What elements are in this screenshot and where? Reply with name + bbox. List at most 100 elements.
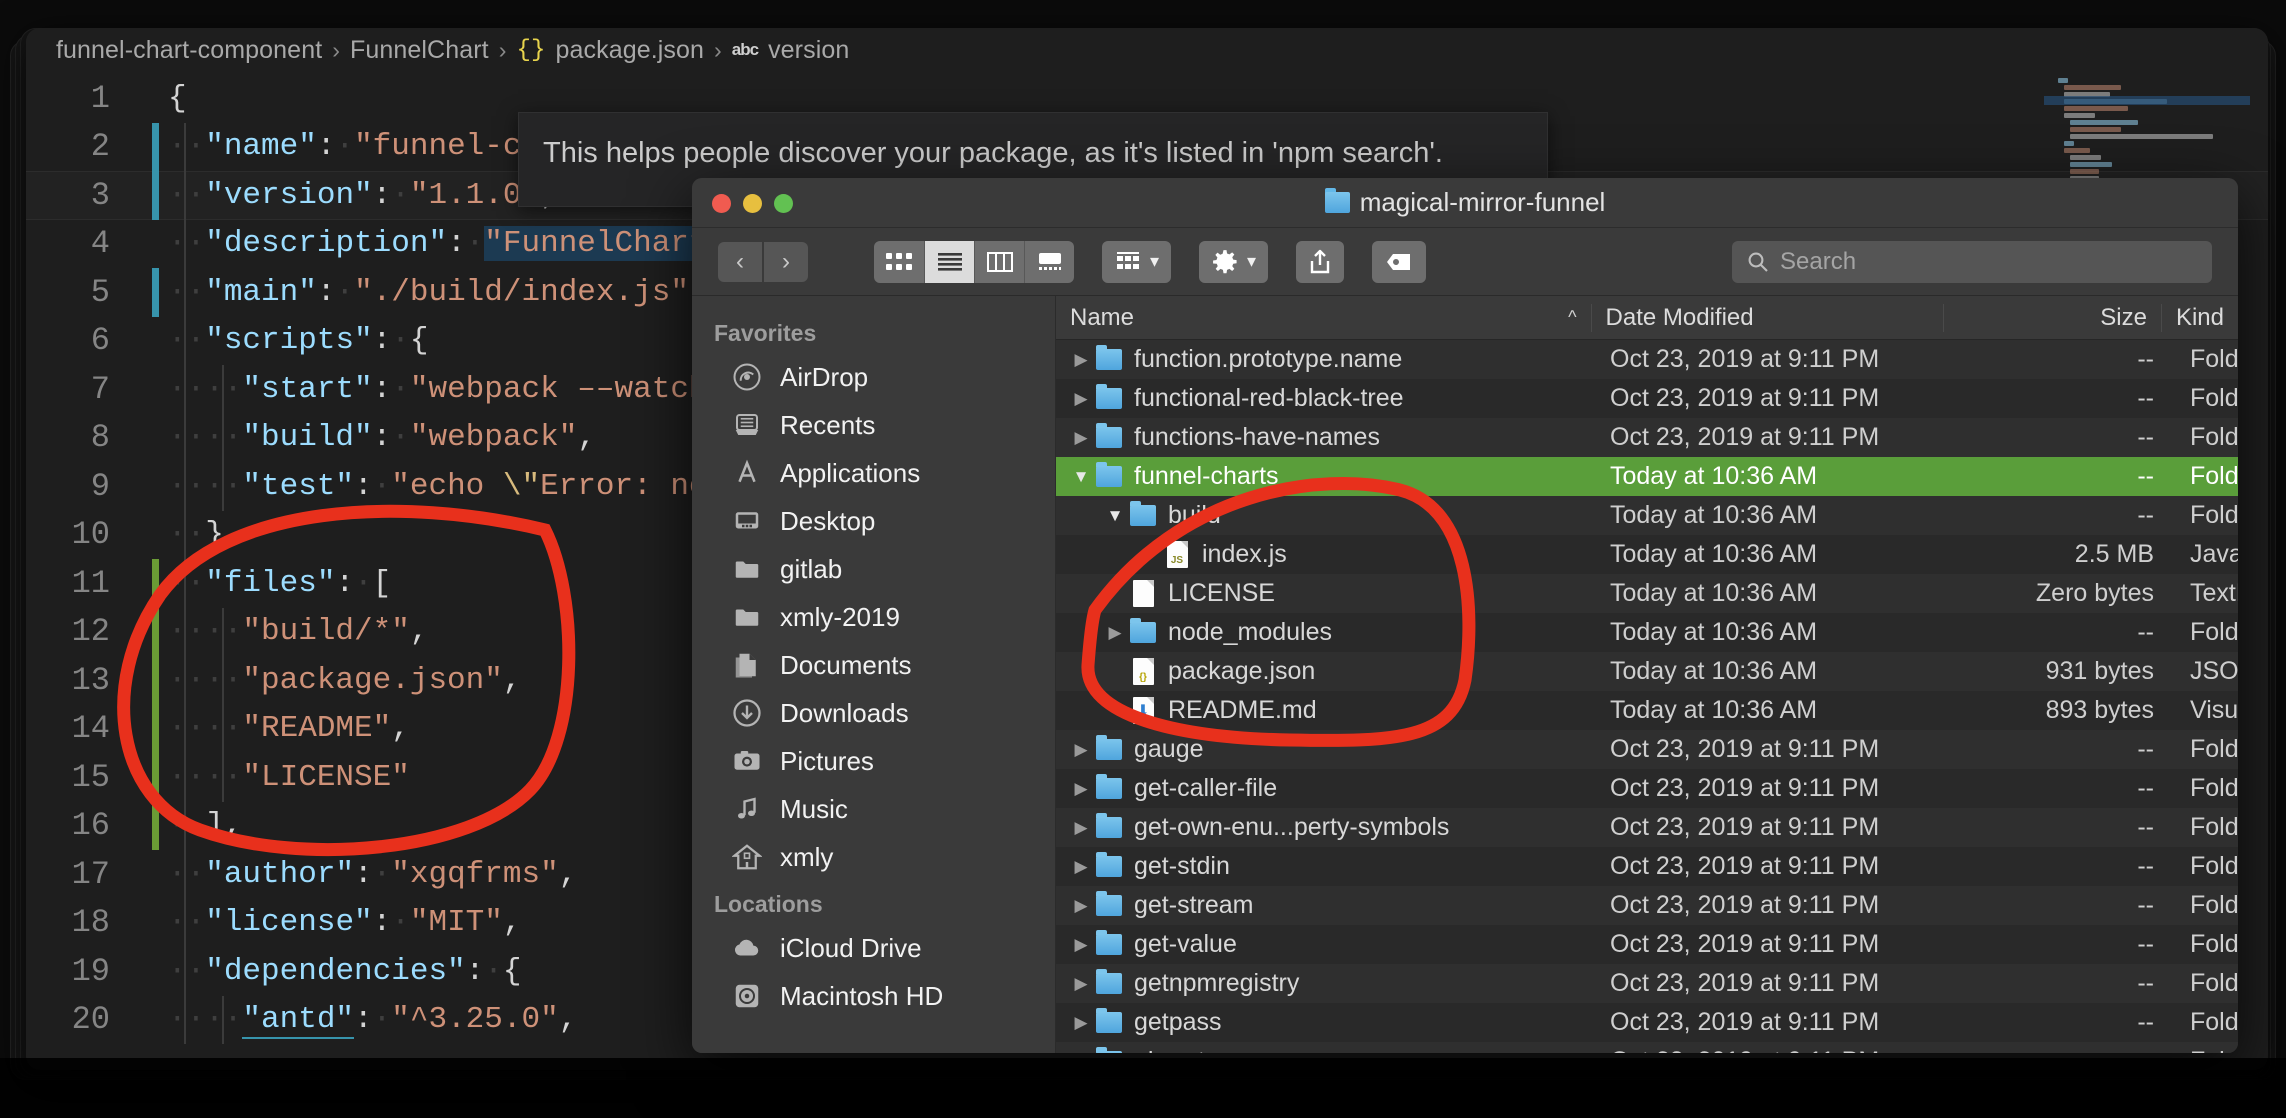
cell-name[interactable]: ▶ node_modules [1056, 618, 1596, 647]
table-row[interactable]: ▶ functions-have-names Oct 23, 2019 at 9:1… [1056, 418, 2238, 457]
breadcrumb-item-3[interactable]: version [768, 36, 849, 65]
cell-name[interactable]: ▶ getpass [1056, 1008, 1596, 1037]
table-row[interactable]: ▶ get-stdin Oct 23, 2019 at 9:11 PM -- Folde… [1056, 847, 2238, 886]
sidebar-item-xmly-2019[interactable]: xmly-2019 [692, 593, 1055, 641]
cell-name[interactable]: ▼ funnel-charts [1056, 462, 1596, 491]
disclosure-triangle-closed[interactable]: ▶ [1068, 779, 1094, 799]
disclosure-triangle-closed[interactable]: ▶ [1068, 389, 1094, 409]
disclosure-triangle-closed[interactable]: ▶ [1068, 818, 1094, 838]
sidebar-item-music[interactable]: Music [692, 785, 1055, 833]
sidebar-item-airdrop[interactable]: AirDrop [692, 353, 1055, 401]
sidebar-item-documents[interactable]: Documents [692, 641, 1055, 689]
minimize-button[interactable] [743, 194, 762, 213]
cell-name[interactable]: ▼ build [1056, 501, 1596, 530]
table-row[interactable]: ▶ getnpmregistry Oct 23, 2019 at 9:11 PM --… [1056, 964, 2238, 1003]
disclosure-triangle-closed[interactable]: ▶ [1068, 740, 1094, 760]
file-type-icon [1094, 423, 1124, 448]
disclosure-triangle-open[interactable]: ▼ [1102, 506, 1128, 526]
zoom-button[interactable] [774, 194, 793, 213]
sidebar-item-applications[interactable]: Applications [692, 449, 1055, 497]
column-header-date[interactable]: Date Modified [1590, 303, 1944, 332]
cell-name[interactable]: ▶ gauge [1056, 735, 1596, 764]
disclosure-triangle-closed[interactable]: ▶ [1068, 935, 1094, 955]
disclosure-triangle-closed[interactable]: ▶ [1068, 1013, 1094, 1033]
close-button[interactable] [712, 194, 731, 213]
cell-name[interactable]: ▶ get-value [1056, 930, 1596, 959]
table-row[interactable]: ▶ node_modules Today at 10:36 AM -- Folder [1056, 613, 2238, 652]
table-row[interactable]: ▶ function.prototype.name Oct 23, 2019 at … [1056, 340, 2238, 379]
cell-name[interactable]: ▶ get-caller-file [1056, 774, 1596, 803]
cell-name[interactable]: ▶ function.prototype.name [1056, 345, 1596, 374]
share-button[interactable] [1296, 240, 1345, 283]
cell-name[interactable]: ▶ get-stream [1056, 891, 1596, 920]
column-view-button[interactable] [974, 240, 1024, 283]
disclosure-triangle-closed[interactable]: ▶ [1102, 623, 1128, 643]
cell-name[interactable]: ▶ get-stdin [1056, 852, 1596, 881]
line-number: 18 [71, 904, 110, 942]
column-header-size[interactable]: Size [1943, 303, 2161, 332]
cell-name[interactable]: ▶ getnpmregistry [1056, 969, 1596, 998]
table-row[interactable]: ▶ gauge Oct 23, 2019 at 9:11 PM -- Folder [1056, 730, 2238, 769]
sidebar-item-macintosh-hd[interactable]: Macintosh HD [692, 972, 1055, 1020]
breadcrumb[interactable]: funnel-chart-component › FunnelChart › {… [26, 28, 2268, 72]
sidebar-item-recents[interactable]: Recents [692, 401, 1055, 449]
arrange-by-button[interactable]: ▾ [1102, 240, 1172, 283]
cell-name[interactable]: ⬇ README.md [1056, 696, 1596, 725]
cell-name[interactable]: ▶ get-own-enu...perty-symbols [1056, 813, 1596, 842]
file-rows[interactable]: ▶ function.prototype.name Oct 23, 2019 at … [1056, 340, 2238, 1053]
view-mode-segmented-control[interactable] [874, 240, 1074, 283]
cell-name[interactable]: {} package.json [1056, 657, 1596, 686]
column-header-name[interactable]: Name ^ [1056, 304, 1591, 332]
tags-button[interactable] [1372, 240, 1427, 283]
action-gear-button[interactable]: ▾ [1199, 240, 1269, 283]
disclosure-triangle-closed[interactable]: ▶ [1068, 974, 1094, 994]
table-row[interactable]: ▶ get-caller-file Oct 23, 2019 at 9:11 PM -… [1056, 769, 2238, 808]
table-row[interactable]: ▶ get-value Oct 23, 2019 at 9:11 PM -- Folde… [1056, 925, 2238, 964]
finder-titlebar[interactable]: magical-mirror-funnel [692, 178, 2238, 228]
sidebar-item-icloud-drive[interactable]: iCloud Drive [692, 924, 1055, 972]
table-row[interactable]: JS index.js Today at 10:36 AM 2.5 MB JavaSc.… [1056, 535, 2238, 574]
table-row[interactable]: ▶ get-own-enu...perty-symbols Oct 23, 2019… [1056, 808, 2238, 847]
table-row[interactable]: ▶ get-stream Oct 23, 2019 at 9:11 PM -- Fold… [1056, 886, 2238, 925]
table-row[interactable]: ⬇ README.md Today at 10:36 AM 893 bytes Visu… [1056, 691, 2238, 730]
column-header-kind[interactable]: Kind [2160, 303, 2238, 332]
table-row[interactable]: ▶ functional-red-black-tree Oct 23, 2019 a… [1056, 379, 2238, 418]
disclosure-triangle-open[interactable]: ▼ [1068, 467, 1094, 487]
cell-name[interactable]: ▶ gh-got [1056, 1047, 1596, 1053]
gallery-view-button[interactable] [1024, 240, 1074, 283]
disclosure-triangle-closed[interactable]: ▶ [1068, 857, 1094, 877]
breadcrumb-item-0[interactable]: funnel-chart-component [56, 36, 322, 65]
cell-name[interactable]: LICENSE [1056, 579, 1596, 608]
table-row[interactable]: LICENSE Today at 10:36 AM Zero bytes TextEd… [1056, 574, 2238, 613]
disclosure-triangle-closed[interactable]: ▶ [1068, 1052, 1094, 1054]
cell-name[interactable]: JS index.js [1056, 540, 1596, 569]
sidebar-item-downloads[interactable]: Downloads [692, 689, 1055, 737]
traffic-lights[interactable] [712, 194, 793, 213]
finder-sidebar[interactable]: Favorites AirDrop Recents Applications Deskt… [692, 296, 1056, 1053]
sidebar-item-desktop[interactable]: Desktop [692, 497, 1055, 545]
table-row[interactable]: ▶ gh-got Oct 23, 2019 at 9:11 PM--Folder [1056, 1042, 2238, 1053]
disclosure-triangle-closed[interactable]: ▶ [1068, 896, 1094, 916]
sidebar-item-xmly[interactable]: xmly [692, 833, 1055, 881]
table-row[interactable]: ▶ getpass Oct 23, 2019 at 9:11 PM -- Folder [1056, 1003, 2238, 1042]
breadcrumb-item-1[interactable]: FunnelChart [350, 36, 489, 65]
cell-name[interactable]: ▶ functions-have-names [1056, 423, 1596, 452]
search-input[interactable]: Search [1732, 240, 2212, 283]
breadcrumb-item-2[interactable]: package.json [555, 36, 704, 65]
finder-toolbar[interactable]: ‹ › ▾ ▾ Search [692, 228, 2238, 296]
icon-view-button[interactable] [874, 240, 924, 283]
forward-button[interactable]: › [764, 241, 808, 282]
file-list-header[interactable]: Name ^ Date Modified Size Kind [1056, 296, 2238, 340]
sidebar-item-gitlab[interactable]: gitlab [692, 545, 1055, 593]
back-button[interactable]: ‹ [718, 241, 762, 282]
table-row[interactable]: ▼ build Today at 10:36 AM -- Folder [1056, 496, 2238, 535]
table-row[interactable]: {} package.json Today at 10:36 AM 931 bytes… [1056, 652, 2238, 691]
table-row[interactable]: ▼ funnel-charts Today at 10:36 AM -- Folder [1056, 457, 2238, 496]
sidebar-item-pictures[interactable]: Pictures [692, 737, 1055, 785]
cell-name[interactable]: ▶ functional-red-black-tree [1056, 384, 1596, 413]
list-view-button[interactable] [924, 240, 974, 283]
disclosure-triangle-closed[interactable]: ▶ [1068, 428, 1094, 448]
file-list[interactable]: Name ^ Date Modified Size Kind ▶ function… [1056, 296, 2238, 1053]
disclosure-triangle-closed[interactable]: ▶ [1068, 350, 1094, 370]
nav-button-group[interactable]: ‹ › [718, 241, 808, 282]
